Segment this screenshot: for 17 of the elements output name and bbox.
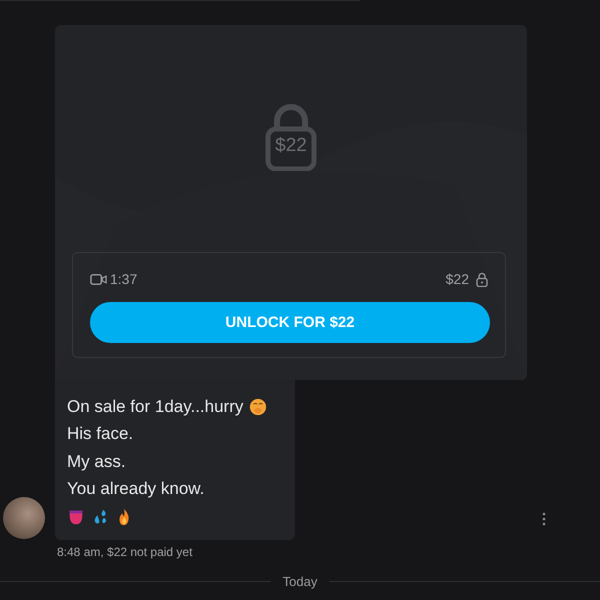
- date-divider: Today: [282, 574, 318, 589]
- message-status: 8:48 am, $22 not paid yet: [57, 545, 194, 559]
- video-duration: 1:37: [110, 271, 138, 287]
- more-options-icon[interactable]: [542, 512, 546, 526]
- tongue-emoji-icon: [67, 508, 85, 526]
- price-label: $22: [274, 135, 308, 157]
- message-text: His face.: [67, 424, 134, 444]
- message-text: My ass.: [67, 452, 126, 472]
- lock-icon: [265, 103, 317, 171]
- video-icon: [90, 272, 107, 286]
- face-emoji-icon: [249, 398, 268, 416]
- message-text: On sale for 1day...hurry: [67, 396, 244, 417]
- price-text: $22: [446, 271, 469, 287]
- unlock-button[interactable]: UNLOCK FOR $22: [90, 302, 490, 343]
- message-text: You already know.: [67, 479, 204, 500]
- lock-icon: [476, 272, 488, 286]
- avatar[interactable]: [3, 497, 45, 539]
